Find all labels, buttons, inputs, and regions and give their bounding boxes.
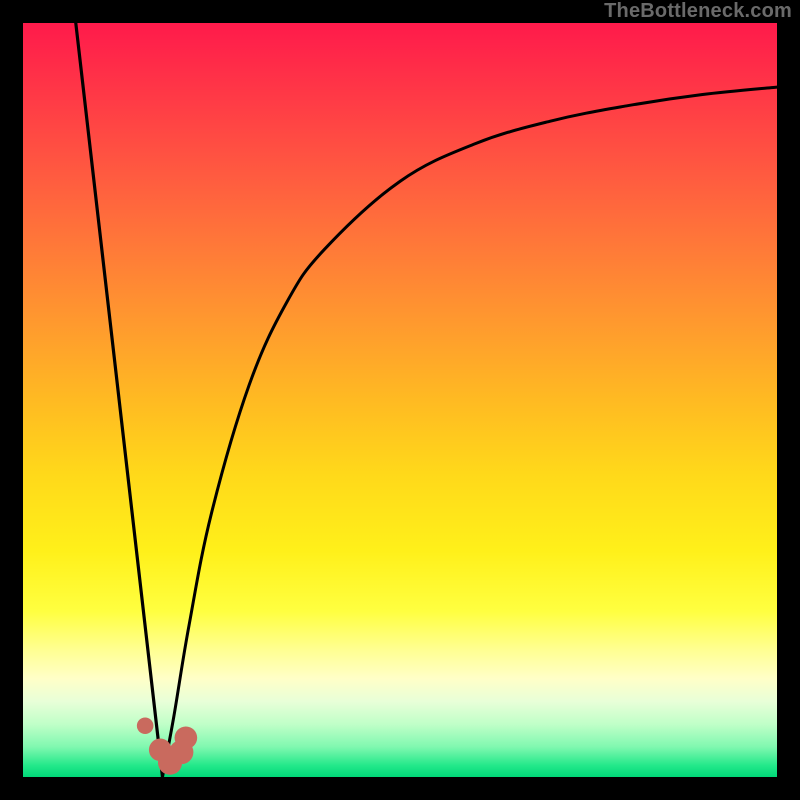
marker-blob4 <box>175 726 198 749</box>
curve-right <box>162 87 777 777</box>
curve-left <box>76 23 163 777</box>
marker-dot <box>137 717 154 734</box>
watermark-text: TheBottleneck.com <box>604 0 792 23</box>
left-line-path <box>76 23 163 777</box>
chart-frame: TheBottleneck.com <box>0 0 800 800</box>
right-curve-path <box>162 87 777 777</box>
markers-group <box>137 717 197 774</box>
chart-plot-area <box>23 23 777 777</box>
chart-svg <box>23 23 777 777</box>
